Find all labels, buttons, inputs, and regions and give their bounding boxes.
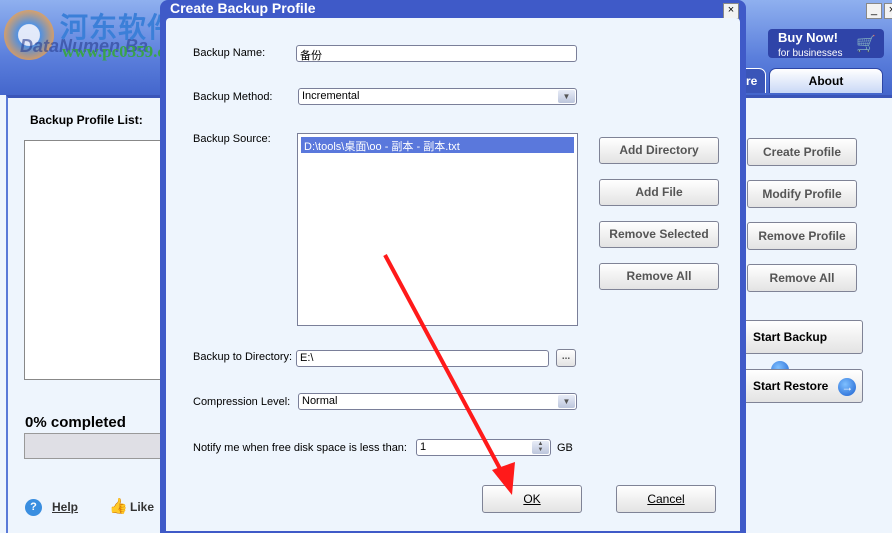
annotation-arrow-shaft (383, 254, 507, 479)
annotation-arrow (383, 254, 515, 495)
annotation-arrow-head (492, 462, 515, 495)
